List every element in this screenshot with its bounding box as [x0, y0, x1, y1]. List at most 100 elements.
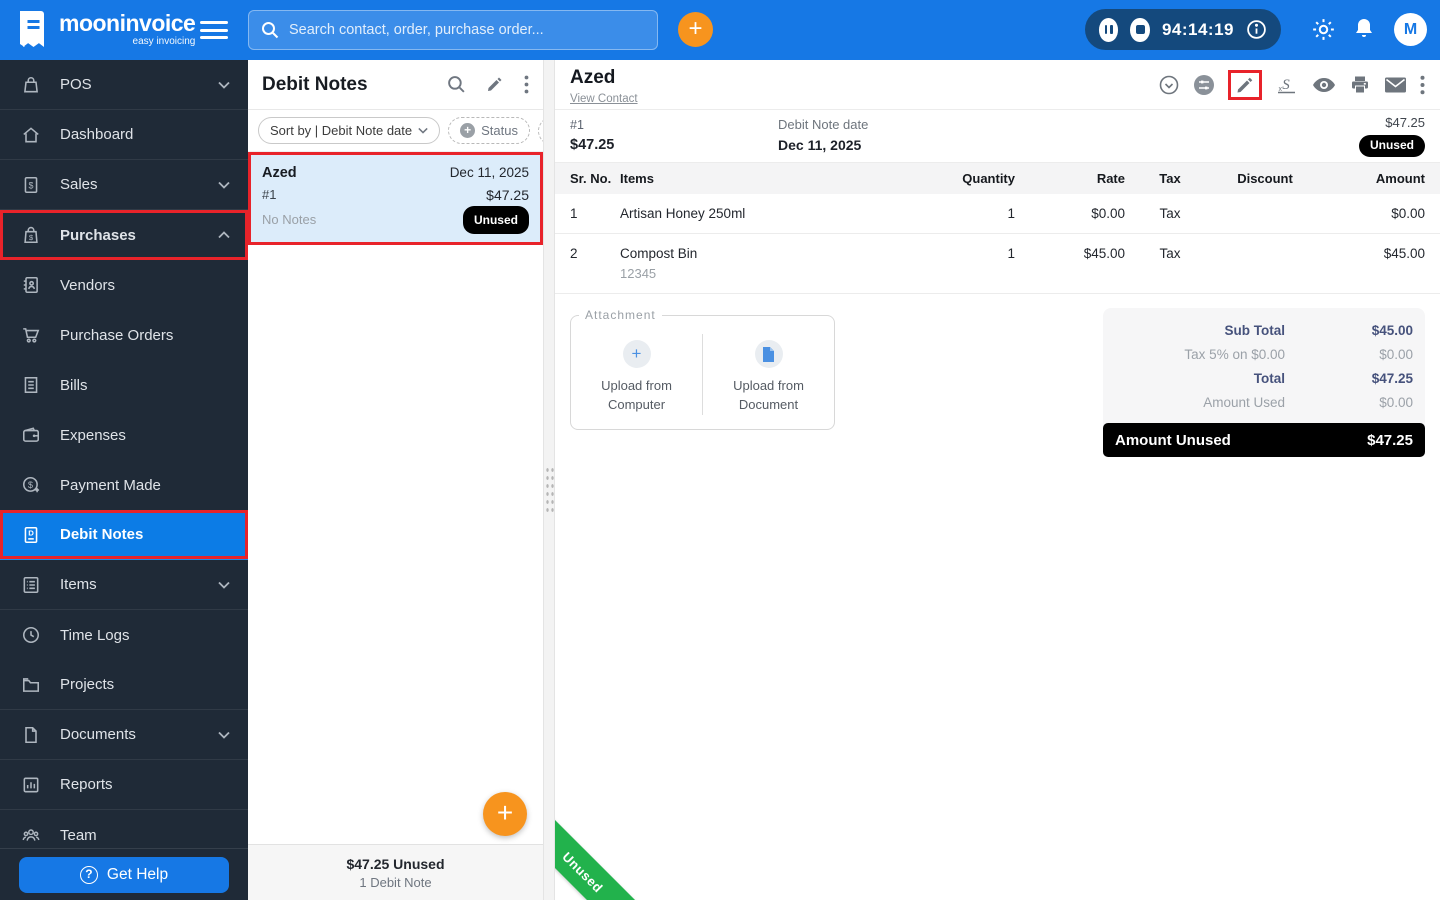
more-options-icon[interactable]	[1420, 75, 1425, 95]
sidebar-item-projects[interactable]: Projects	[0, 660, 248, 710]
detail-status-badge: Unused	[1358, 135, 1425, 157]
chevron-down-icon	[218, 731, 230, 739]
add-filter-icon: +	[460, 123, 476, 138]
attachment-legend: Attachment	[585, 308, 656, 322]
chevron-down-icon	[218, 81, 230, 89]
sidebar-item-dashboard[interactable]: Dashboard	[0, 110, 248, 160]
cart-icon	[20, 324, 42, 346]
list-panel-title: Debit Notes	[262, 73, 368, 95]
list-search-icon[interactable]	[447, 75, 466, 94]
row-amount: $45.00	[1383, 246, 1425, 261]
debit-notes-list-panel: Debit Notes Sort by | Debit Note date + …	[248, 60, 543, 900]
list-edit-pencil-icon[interactable]	[486, 75, 504, 94]
folder-icon	[20, 674, 42, 696]
notifications-bell-icon[interactable]	[1352, 15, 1376, 41]
email-icon[interactable]	[1384, 76, 1407, 94]
row-item-code: 12345	[620, 266, 657, 281]
debit-notes-icon: D	[20, 524, 42, 546]
brand-logo[interactable]: mooninvoice easy invoicing	[14, 9, 196, 49]
sidebar-item-bills[interactable]: Bills	[0, 360, 248, 410]
sidebar-item-reports[interactable]: Reports	[0, 760, 248, 810]
row-tax: Tax	[1159, 246, 1181, 261]
note-amount: $47.25	[486, 187, 529, 203]
sidebar-item-items[interactable]: Items	[0, 560, 248, 610]
table-row[interactable]: 2 Compost Bin 12345 1 $45.00 Tax $45.00	[555, 234, 1440, 294]
row-amount: $0.00	[1391, 206, 1425, 221]
upload-from-computer-button[interactable]: + Upload from Computer	[571, 334, 703, 415]
items-list-icon	[20, 574, 42, 596]
search-input[interactable]	[289, 22, 645, 38]
preferences-sliders-icon[interactable]	[1193, 74, 1215, 96]
timer-info-icon[interactable]	[1246, 19, 1267, 40]
debit-note-date-value: Dec 11, 2025	[778, 137, 862, 154]
upload-plus-icon: +	[622, 340, 651, 368]
footer-total-unused: $47.25 Unused	[346, 855, 445, 872]
table-row[interactable]: 1 Artisan Honey 250ml 1 $0.00 Tax $0.00	[555, 194, 1440, 234]
sort-by-dropdown[interactable]: Sort by | Debit Note date	[258, 117, 441, 144]
list-more-options-icon[interactable]	[524, 75, 529, 94]
pos-icon	[20, 74, 42, 96]
add-debit-note-button[interactable]: +	[483, 792, 527, 836]
top-header-bar: mooninvoice easy invoicing + 94:14:19	[0, 0, 1440, 60]
row-sr: 2	[570, 246, 578, 261]
row-item-name: Compost Bin 12345	[620, 246, 915, 281]
status-dropdown-icon[interactable]	[1158, 74, 1180, 96]
user-avatar[interactable]: M	[1394, 13, 1427, 46]
status-filter-pill[interactable]: + Status	[448, 117, 530, 144]
note-notes-text: No Notes	[262, 212, 317, 227]
row-quantity: 1	[1007, 206, 1015, 221]
sidebar-item-expenses[interactable]: Expenses	[0, 410, 248, 460]
sidebar-item-purchases[interactable]: $ Purchases	[0, 210, 248, 260]
sidebar-item-sales[interactable]: $ Sales	[0, 160, 248, 210]
sidebar-item-pos[interactable]: POS	[0, 60, 248, 110]
chevron-down-icon	[218, 581, 230, 589]
row-quantity: 1	[1007, 246, 1015, 261]
sidebar-item-payment-made[interactable]: $ Payment Made	[0, 460, 248, 510]
hamburger-menu-icon[interactable]	[200, 18, 228, 42]
total-row: Total $47.25	[1253, 370, 1413, 386]
totals-panel: Sub Total $45.00 Tax 5% on $0.00 $0.00 Tot…	[1103, 308, 1425, 457]
note-contact-name: Azed	[262, 165, 297, 181]
purchases-bag-icon: $	[20, 224, 42, 246]
debit-note-detail-panel: Azed View Contact Sx #1 $47.25 Debit Not…	[555, 60, 1440, 900]
sidebar-item-documents[interactable]: Documents	[0, 710, 248, 760]
svg-text:D: D	[28, 528, 34, 537]
app-window: mooninvoice easy invoicing + 94:14:19	[0, 0, 1440, 900]
amount-used-row: Amount Used $0.00	[1203, 394, 1413, 410]
footer-note-count: 1 Debit Note	[359, 874, 432, 890]
svg-text:S: S	[1282, 77, 1290, 93]
view-contact-link[interactable]: View Contact	[570, 93, 638, 105]
vendors-book-icon	[20, 274, 42, 296]
sidebar-item-time-logs[interactable]: Time Logs	[0, 610, 248, 660]
wallet-icon	[20, 424, 42, 446]
clock-icon	[20, 624, 42, 646]
pause-timer-icon[interactable]	[1099, 17, 1119, 42]
help-question-icon: ?	[79, 865, 98, 884]
edit-debit-note-pencil-icon[interactable]	[1235, 75, 1255, 95]
debit-note-date-label: Debit Note date	[778, 117, 869, 133]
detail-doc-number: #1	[570, 118, 584, 133]
note-status-badge: Unused	[462, 206, 529, 234]
get-help-button[interactable]: ? Get Help	[19, 856, 229, 893]
document-file-icon	[20, 724, 42, 746]
team-people-icon	[20, 824, 42, 846]
subtotal-row: Sub Total $45.00	[1224, 322, 1414, 338]
detail-bottom-section: Attachment + Upload from Computer Upload…	[555, 294, 1440, 457]
settings-gear-icon[interactable]	[1310, 16, 1337, 43]
get-help-bar: ? Get Help	[0, 848, 248, 900]
resize-drag-handle[interactable]	[545, 466, 554, 514]
signature-icon[interactable]: Sx	[1275, 74, 1299, 96]
items-table-header: Sr. No. Items Quantity Rate Tax Discount…	[555, 163, 1440, 194]
row-sr: 1	[570, 206, 578, 221]
sidebar-item-purchase-orders[interactable]: Purchase Orders	[0, 310, 248, 360]
bills-doc-icon	[20, 374, 42, 396]
debit-note-list-item[interactable]: Azed Dec 11, 2025 #1 $47.25 No Notes Unu…	[248, 152, 543, 245]
print-icon[interactable]	[1349, 74, 1371, 96]
sidebar-item-vendors[interactable]: Vendors	[0, 260, 248, 310]
quick-add-button[interactable]: +	[678, 12, 713, 47]
preview-eye-icon[interactable]	[1312, 76, 1336, 94]
upload-from-document-button[interactable]: Upload from Document	[703, 334, 834, 415]
list-filter-row: Sort by | Debit Note date + Status	[248, 110, 543, 152]
sidebar-item-debit-notes[interactable]: D Debit Notes	[0, 510, 248, 560]
stop-timer-icon[interactable]	[1130, 17, 1150, 42]
